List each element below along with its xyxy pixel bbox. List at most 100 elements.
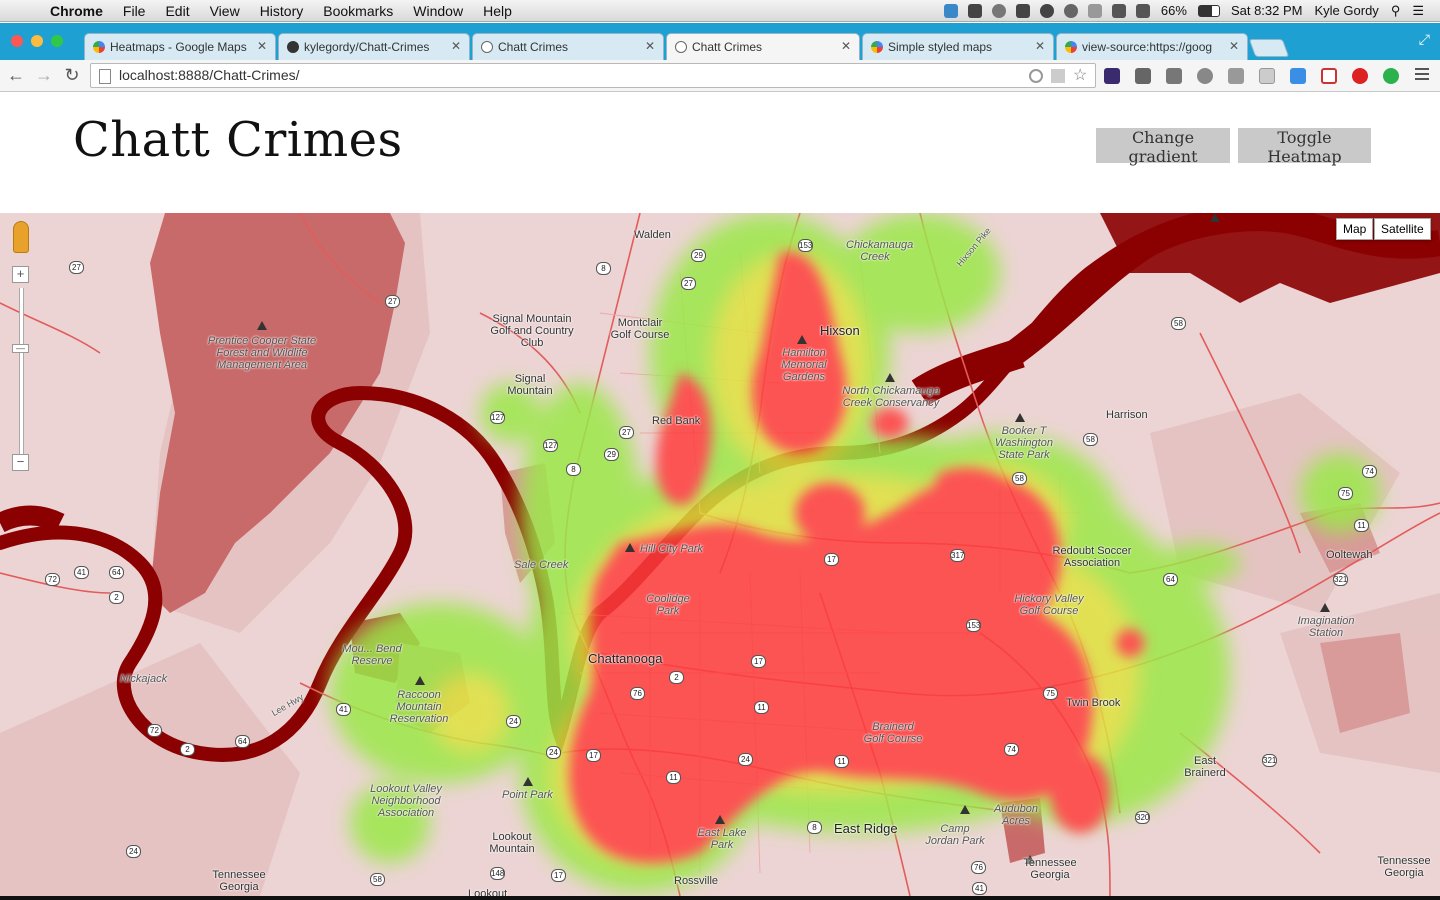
volume-icon[interactable] <box>1135 3 1150 18</box>
map-tiles <box>0 213 1440 896</box>
highway-shield: 29 <box>691 249 706 262</box>
zoom-out-button[interactable]: − <box>12 454 29 471</box>
address-bar[interactable]: localhost:8888/Chatt-Crimes/ ☆ <box>90 63 1096 88</box>
highway-shield: 41 <box>972 882 987 895</box>
battery-icon[interactable] <box>1197 4 1220 17</box>
spotlight-icon[interactable]: ⚲ <box>1385 3 1407 19</box>
map-canvas[interactable]: + — − Map Satellite Walden Chickamauga C… <box>0 213 1440 896</box>
browser-toolbar: ← → ↻ localhost:8888/Chatt-Crimes/ ☆ <box>0 60 1440 92</box>
tab-simple-styled-maps[interactable]: Simple styled maps ✕ <box>862 33 1054 60</box>
tab-chatt-crimes-active[interactable]: Chatt Crimes ✕ <box>666 33 860 60</box>
cloud-icon[interactable] <box>1015 3 1030 18</box>
highway-shield: 74 <box>1362 465 1377 478</box>
menu-edit[interactable]: Edit <box>155 3 199 19</box>
evernote-icon[interactable] <box>1039 3 1054 18</box>
linkedin-icon[interactable] <box>1259 68 1275 84</box>
google-maps-icon <box>1065 41 1077 53</box>
map-label: Coolidge Park <box>646 593 690 617</box>
close-tab-icon[interactable]: ✕ <box>451 39 461 53</box>
map-type-map-button[interactable]: Map <box>1336 218 1374 240</box>
notification-center-icon[interactable]: ☰ <box>1406 3 1430 19</box>
extension-icon[interactable] <box>1228 68 1244 84</box>
zoom-slider-track[interactable] <box>19 288 24 463</box>
wrench-icon[interactable] <box>1166 68 1182 84</box>
user-name[interactable]: Kyle Gordy <box>1309 3 1385 18</box>
extension-icon[interactable] <box>1104 68 1120 84</box>
bookmark-star-icon[interactable]: ☆ <box>1073 68 1087 84</box>
map-label: Mou... Bend Reserve <box>342 643 402 667</box>
highway-shield: 24 <box>546 746 561 759</box>
river <box>0 505 65 533</box>
highway-shield: 64 <box>109 566 124 579</box>
minimize-window-button[interactable] <box>31 35 43 47</box>
menu-help[interactable]: Help <box>473 3 522 19</box>
menu-app[interactable]: Chrome <box>40 3 113 19</box>
highway-shield: 64 <box>235 735 250 748</box>
url-text: localhost:8888/Chatt-Crimes/ <box>119 67 300 83</box>
close-tab-icon[interactable]: ✕ <box>1229 39 1239 53</box>
fullscreen-icon[interactable]: ⤢ <box>1419 31 1430 48</box>
tab-view-source[interactable]: view-source:https://goog ✕ <box>1056 33 1248 60</box>
zoom-window-button[interactable] <box>51 35 63 47</box>
chrome-page-icon <box>481 41 493 53</box>
chrome-menu-icon[interactable] <box>1415 68 1429 83</box>
forward-icon[interactable]: → <box>33 64 55 86</box>
close-tab-icon[interactable]: ✕ <box>841 39 851 53</box>
map-label: Harrison <box>1106 409 1148 421</box>
tab-chatt-crimes-1[interactable]: Chatt Crimes ✕ <box>472 33 664 60</box>
tab-title: Chatt Crimes <box>692 40 763 54</box>
close-tab-icon[interactable]: ✕ <box>645 39 655 53</box>
highway-shield: 64 <box>1163 573 1178 586</box>
recycle-icon[interactable] <box>1197 68 1213 84</box>
street-view-pegman-icon[interactable] <box>13 221 29 253</box>
menu-bookmarks[interactable]: Bookmarks <box>313 3 403 19</box>
close-window-button[interactable] <box>11 35 23 47</box>
bluetooth-icon[interactable] <box>1087 3 1102 18</box>
menu-file[interactable]: File <box>113 3 156 19</box>
tab-heatmaps[interactable]: Heatmaps - Google Maps ✕ <box>84 33 276 60</box>
close-tab-icon[interactable]: ✕ <box>1035 39 1045 53</box>
reload-icon[interactable]: ↻ <box>61 64 83 86</box>
wifi-icon[interactable] <box>1111 3 1126 18</box>
zoom-slider-handle[interactable]: — <box>12 344 29 353</box>
map-label: Booker T Washington State Park <box>995 425 1053 461</box>
time-machine-icon[interactable] <box>1063 3 1078 18</box>
menu-window[interactable]: Window <box>403 3 473 19</box>
zoom-in-button[interactable]: + <box>12 266 29 283</box>
power-icon[interactable] <box>1352 68 1368 84</box>
page-action-icon[interactable] <box>1051 69 1065 83</box>
map-label: Brainerd Golf Course <box>863 721 923 745</box>
highway-shield: 17 <box>586 749 601 762</box>
clock[interactable]: Sat 8:32 PM <box>1225 3 1309 18</box>
highway-shield: 11 <box>754 701 769 714</box>
tab-github[interactable]: kylegordy/Chatt-Crimes ✕ <box>278 33 470 60</box>
map-type-satellite-button[interactable]: Satellite <box>1374 218 1431 240</box>
window-bottom-edge <box>0 896 1440 900</box>
menu-history[interactable]: History <box>250 3 314 19</box>
battery-percent[interactable]: 66% <box>1155 3 1193 18</box>
close-tab-icon[interactable]: ✕ <box>257 39 267 53</box>
highway-shield: 72 <box>147 724 162 737</box>
highway-shield: 75 <box>1338 487 1353 500</box>
back-icon[interactable]: ← <box>5 64 27 86</box>
map-label: Point Park <box>502 789 553 801</box>
highway-shield: 24 <box>738 753 753 766</box>
map-label: Lookout Mountain <box>489 831 535 855</box>
map-label: Hickory Valley Golf Course <box>1014 593 1084 617</box>
evernote-icon[interactable] <box>1383 68 1399 84</box>
dropbox-icon[interactable] <box>943 3 958 18</box>
highway-shield: 27 <box>69 261 84 274</box>
extension-icon[interactable] <box>1321 68 1337 84</box>
location-icon[interactable] <box>1029 69 1043 83</box>
highway-shield: 8 <box>807 821 822 834</box>
extension-icon[interactable] <box>1290 68 1306 84</box>
tools-icon[interactable] <box>967 3 982 18</box>
menu-view[interactable]: View <box>200 3 250 19</box>
change-gradient-button[interactable]: Change gradient <box>1096 128 1230 166</box>
extension-icon[interactable] <box>1135 68 1151 84</box>
toggle-heatmap-button[interactable]: Toggle Heatmap <box>1238 128 1371 166</box>
blocked-icon[interactable] <box>991 3 1006 18</box>
highway-shield: 76 <box>971 861 986 874</box>
tab-title: view-source:https://goog <box>1082 40 1213 54</box>
new-tab-button[interactable] <box>1248 39 1290 57</box>
